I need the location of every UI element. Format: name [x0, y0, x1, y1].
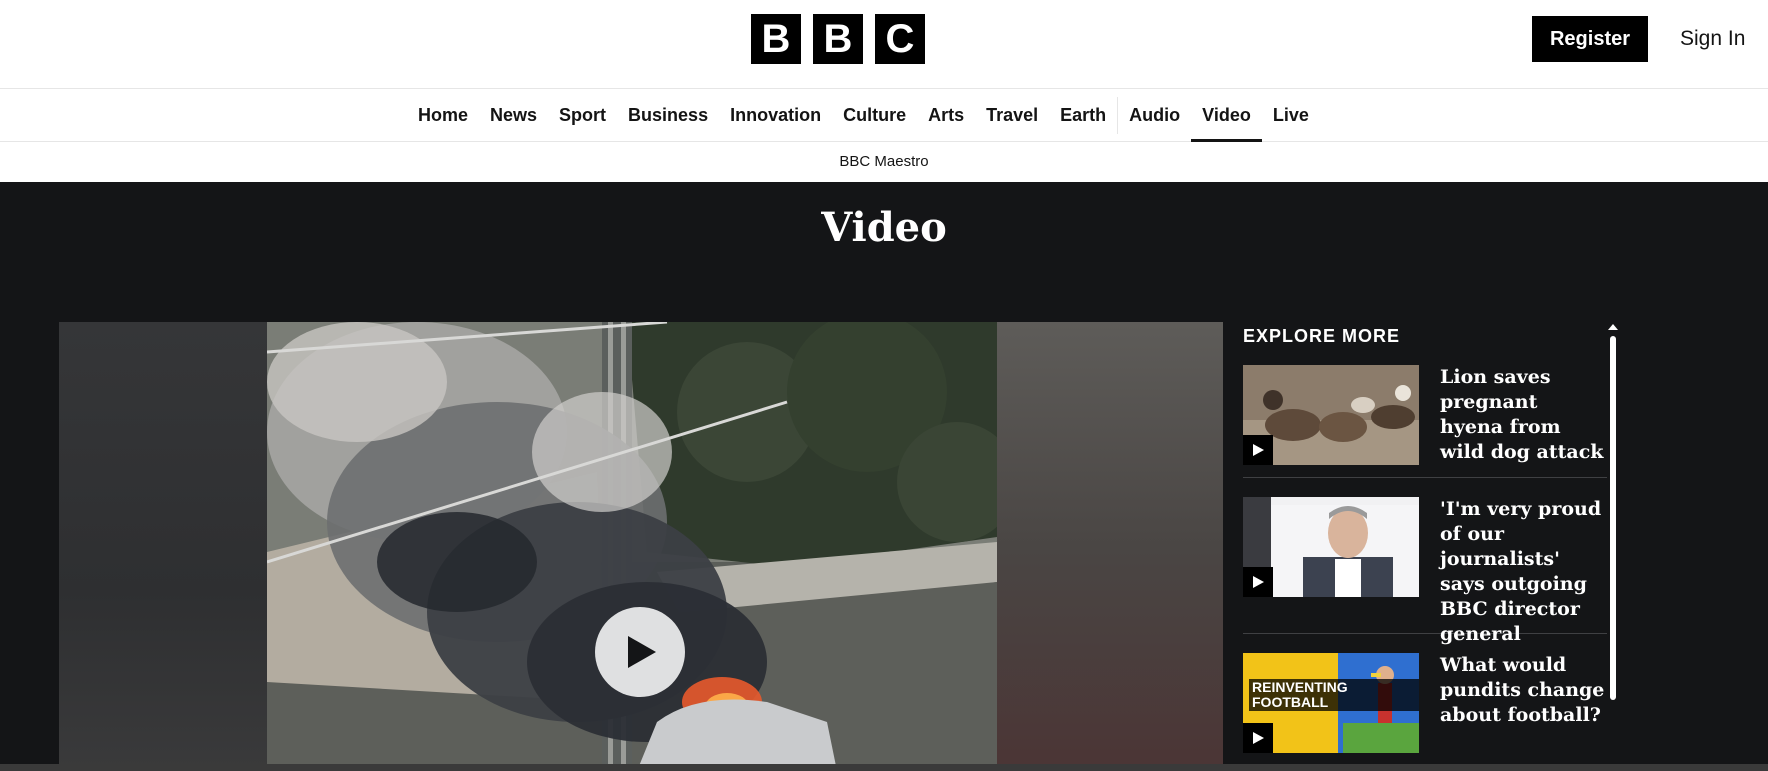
page-title: Video — [821, 204, 947, 251]
thumbnail-play-badge — [1243, 723, 1273, 753]
bottom-divider — [0, 764, 1768, 771]
explore-item-title[interactable]: What would pundits change about football… — [1440, 653, 1606, 728]
explore-item-title[interactable]: 'I'm very proud of our journalists' says… — [1440, 497, 1606, 647]
nav-item-business[interactable]: Business — [617, 89, 719, 142]
explore-item-thumbnail — [1243, 365, 1419, 465]
explore-item-thumbnail — [1243, 497, 1419, 597]
play-icon — [1253, 576, 1264, 588]
explore-scrollbar[interactable] — [1610, 336, 1616, 700]
main-nav: Home News Sport Business Innovation Cult… — [0, 89, 1768, 142]
explore-more-panel: EXPLORE MORE Lion saves pregnant hyena f… — [1243, 322, 1613, 771]
play-icon — [628, 636, 656, 668]
subnav-item-bbc-maestro[interactable]: BBC Maestro — [839, 153, 928, 170]
nav-list: Home News Sport Business Innovation Cult… — [407, 89, 1320, 142]
player-backdrop-left — [59, 322, 267, 771]
nav-item-video[interactable]: Video — [1191, 89, 1262, 142]
play-icon — [1253, 444, 1264, 456]
nav-item-audio[interactable]: Audio — [1118, 89, 1191, 142]
nav-item-home[interactable]: Home — [407, 89, 479, 142]
explore-more-heading: EXPLORE MORE — [1243, 326, 1401, 346]
register-button[interactable]: Register — [1532, 16, 1648, 62]
explore-item-title[interactable]: Lion saves pregnant hyena from wild dog … — [1440, 365, 1606, 465]
top-header: B B C Register Sign In — [0, 0, 1768, 89]
video-section: Video EXPLORE MORE Lion saves pregnant h… — [0, 182, 1768, 771]
explore-item[interactable]: REINVENTING FOOTBALL What would pundits … — [1243, 653, 1607, 771]
sub-nav: BBC Maestro — [0, 142, 1768, 182]
player-backdrop-right — [997, 322, 1223, 771]
explore-item-thumbnail: REINVENTING FOOTBALL — [1243, 653, 1419, 753]
scroll-up-arrow-icon[interactable] — [1608, 324, 1618, 330]
logo-letter-b1: B — [751, 14, 801, 64]
nav-item-culture[interactable]: Culture — [832, 89, 917, 142]
logo-letter-b2: B — [813, 14, 863, 64]
video-thumbnail — [267, 322, 997, 771]
explore-item[interactable]: Lion saves pregnant hyena from wild dog … — [1243, 365, 1607, 478]
nav-item-travel[interactable]: Travel — [975, 89, 1049, 142]
logo-letter-c: C — [875, 14, 925, 64]
play-button[interactable] — [595, 607, 685, 697]
sign-in-button[interactable]: Sign In — [1680, 16, 1745, 62]
nav-item-earth[interactable]: Earth — [1049, 89, 1117, 142]
bbc-logo[interactable]: B B C — [751, 14, 925, 64]
nav-item-innovation[interactable]: Innovation — [719, 89, 832, 142]
nav-item-live[interactable]: Live — [1262, 89, 1320, 142]
thumbnail-play-badge — [1243, 567, 1273, 597]
thumbnail-caption: REINVENTING FOOTBALL — [1249, 679, 1419, 711]
nav-item-news[interactable]: News — [479, 89, 548, 142]
nav-item-arts[interactable]: Arts — [917, 89, 975, 142]
thumbnail-play-badge — [1243, 435, 1273, 465]
explore-item[interactable]: 'I'm very proud of our journalists' says… — [1243, 497, 1607, 645]
nav-item-sport[interactable]: Sport — [548, 89, 617, 142]
play-icon — [1253, 732, 1264, 744]
video-player[interactable] — [59, 322, 1223, 771]
